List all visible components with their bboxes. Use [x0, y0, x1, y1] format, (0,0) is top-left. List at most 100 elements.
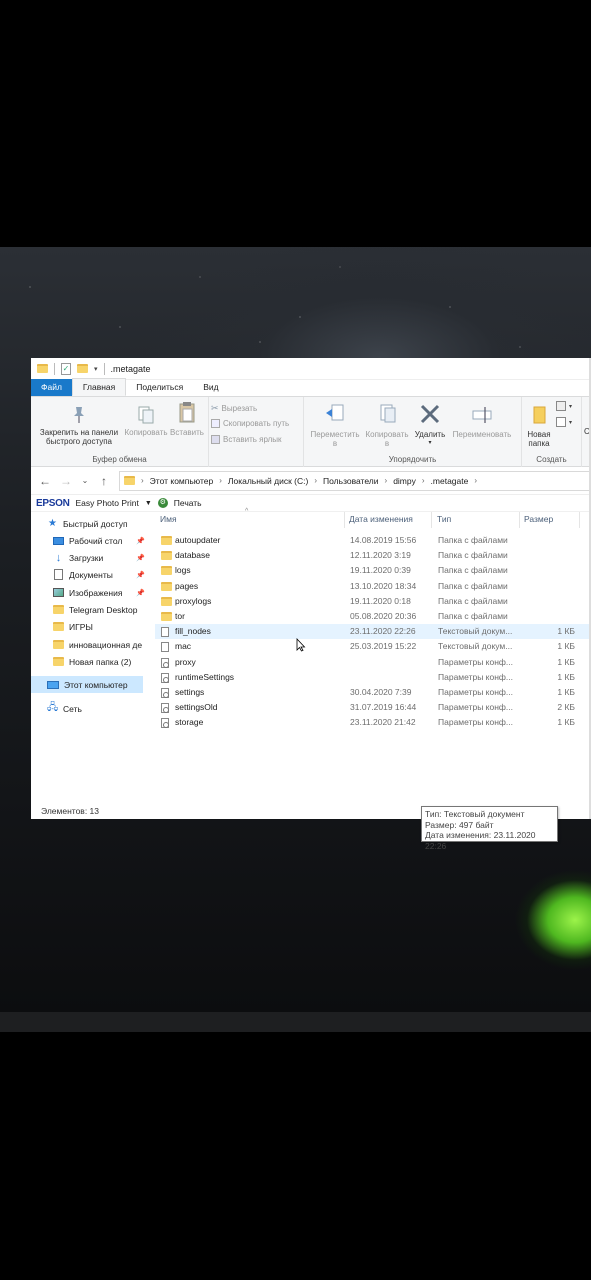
- document-icon: [54, 569, 63, 580]
- forward-arrow-icon[interactable]: →: [60, 474, 72, 488]
- computer-icon: [47, 680, 59, 689]
- pin-icon: 📌: [136, 571, 145, 579]
- sidebar-item-this-pc[interactable]: Этот компьютер: [31, 676, 143, 693]
- file-size: 1 КБ: [557, 641, 575, 652]
- column-header-date[interactable]: Дата изменения: [349, 514, 413, 528]
- sidebar-item-new-folder-2[interactable]: Новая папка (2): [31, 653, 149, 670]
- tab-home[interactable]: Главная: [71, 378, 127, 396]
- paste-shortcut-button[interactable]: Вставить ярлык: [211, 435, 282, 444]
- file-type: Параметры конф...: [438, 717, 513, 728]
- file-row-proxylogs[interactable]: proxylogs 19.11.2020 0:18 Папка с файлами: [155, 594, 591, 609]
- breadcrumb-local-disk[interactable]: Локальный диск (C:): [228, 476, 308, 486]
- move-to-button[interactable]: Переместить в: [308, 403, 362, 448]
- cut-button[interactable]: ✂ Вырезать: [211, 403, 257, 414]
- file-row-settings[interactable]: settings 30.04.2020 7:39 Параметры конф...…: [155, 685, 591, 700]
- download-icon: ↓: [55, 551, 62, 564]
- copy-path-button[interactable]: Скопировать путь: [211, 419, 289, 428]
- sidebar-item-label: Рабочий стол: [69, 535, 123, 546]
- file-row-fill-nodes[interactable]: fill_nodes 23.11.2020 22:26 Текстовый доку…: [155, 624, 591, 640]
- tab-file[interactable]: Файл: [31, 379, 72, 396]
- file-row-tor[interactable]: tor 05.08.2020 20:36 Папка с файлами: [155, 609, 591, 624]
- customize-toolbar-icon[interactable]: ▾: [94, 365, 98, 373]
- copy-to-button[interactable]: Копировать в: [362, 403, 412, 448]
- file-date: 19.11.2020 0:39: [350, 565, 411, 576]
- sidebar-item-quick-access[interactable]: ★ Быстрый доступ: [31, 515, 149, 532]
- file-name: tor: [175, 611, 185, 621]
- file-date: 23.11.2020 21:42: [350, 717, 416, 728]
- paste-button[interactable]: Вставить: [167, 401, 207, 437]
- breadcrumb-metagate[interactable]: .metagate: [431, 476, 469, 486]
- organize-group-label: Упорядочить: [388, 455, 437, 464]
- folder-icon: [53, 605, 64, 614]
- column-header-type[interactable]: Тип: [437, 514, 451, 528]
- sidebar-item-innovation[interactable]: инновационная де: [31, 636, 149, 653]
- file-name: settings: [175, 687, 205, 697]
- file-row-proxy[interactable]: proxy Параметры конф... 1 КБ: [155, 655, 591, 670]
- easy-access-button[interactable]: ▾: [556, 417, 572, 427]
- file-name: fill_nodes: [175, 626, 211, 637]
- delete-button[interactable]: Удалить ▾: [412, 403, 448, 448]
- sidebar-item-network[interactable]: 🖧 Сеть: [31, 700, 149, 717]
- copy-button[interactable]: Копировать: [121, 405, 171, 437]
- back-arrow-icon[interactable]: ←: [39, 474, 51, 488]
- tooltip-date: Дата изменения: 23.11.2020 22:26: [425, 830, 536, 851]
- sidebar-item-desktop[interactable]: Рабочий стол 📌: [31, 532, 149, 549]
- new-item-icon: [556, 401, 566, 411]
- sidebar-item-downloads[interactable]: ↓ Загрузки 📌: [31, 549, 149, 566]
- breadcrumb-dimpy[interactable]: dimpy: [393, 476, 416, 486]
- file-row-pages[interactable]: pages 13.10.2020 18:34 Папка с файлами: [155, 579, 591, 594]
- file-row-runtimesettings[interactable]: runtimeSettings Параметры конф... 1 КБ: [155, 670, 591, 685]
- file-row-database[interactable]: database 12.11.2020 3:19 Папка с файлами: [155, 548, 591, 563]
- copy-to-label-2: в: [384, 439, 390, 448]
- up-arrow-icon[interactable]: ↑: [98, 474, 110, 488]
- sidebar-item-label: Документы: [69, 569, 113, 580]
- breadcrumb-separator: ›: [314, 476, 318, 485]
- breadcrumb-this-pc[interactable]: Этот компьютер: [150, 476, 214, 486]
- tab-view[interactable]: Вид: [193, 379, 228, 396]
- address-bar[interactable]: › Этот компьютер › Локальный диск (C:) ›…: [119, 470, 591, 491]
- folder-icon: [37, 364, 48, 373]
- pin-quick-access-button[interactable]: Закрепить на панели быстрого доступа: [35, 405, 123, 446]
- column-header-name[interactable]: Имя: [160, 514, 177, 528]
- file-type: Папка с файлами: [438, 535, 508, 545]
- recent-locations-chevron-icon[interactable]: ⌄: [81, 476, 89, 485]
- sidebar-item-label: Загрузки: [69, 552, 104, 563]
- clipboard-small-group: ✂ Вырезать Скопировать путь Вставить ярлы…: [209, 397, 304, 467]
- file-type: Текстовый докум...: [438, 626, 513, 637]
- divider: [344, 512, 345, 528]
- window-title: .metagate: [110, 363, 151, 374]
- sidebar-item-label: ИГРЫ: [69, 621, 93, 632]
- print-button[interactable]: Печать: [174, 498, 202, 508]
- new-item-button[interactable]: ▾: [556, 401, 572, 411]
- file-row-settingsold[interactable]: settingsOld 31.07.2019 16:44 Параметры кон…: [155, 700, 591, 715]
- file-row-logs[interactable]: logs 19.11.2020 0:39 Папка с файлами: [155, 563, 591, 578]
- column-header-size[interactable]: Размер: [524, 514, 553, 528]
- breadcrumb-separator: ›: [219, 476, 222, 485]
- breadcrumb-separator: ›: [141, 476, 144, 485]
- new-folder-label-2: папка: [528, 439, 550, 448]
- new-folder-quick-icon[interactable]: [77, 364, 88, 373]
- chevron-down-icon[interactable]: ▼: [145, 500, 152, 507]
- sidebar-item-documents[interactable]: Документы 📌: [31, 566, 149, 583]
- file-size: 1 КБ: [557, 717, 575, 728]
- new-folder-button[interactable]: Новая папка: [524, 403, 554, 448]
- file-size: 1 КБ: [557, 687, 575, 697]
- copy-to-label: Копировать: [365, 430, 409, 439]
- properties-icon[interactable]: ✓: [61, 362, 71, 375]
- file-row-mac[interactable]: mac 25.03.2019 15:22 Текстовый докум... 1 К…: [155, 639, 591, 654]
- sidebar-item-games[interactable]: ИГРЫ: [31, 618, 149, 635]
- breadcrumb-users[interactable]: Пользователи: [323, 476, 378, 486]
- copy-path-label: Скопировать путь: [223, 419, 290, 428]
- file-date: 12.11.2020 3:19: [350, 550, 411, 561]
- file-row-autoupdater[interactable]: autoupdater 14.08.2019 15:56 Папка с файла…: [155, 533, 591, 548]
- pin-icon: 📌: [136, 537, 145, 545]
- file-date: 19.11.2020 0:18: [350, 595, 411, 606]
- sidebar-item-telegram-desktop[interactable]: Telegram Desktop: [31, 601, 149, 618]
- tab-share[interactable]: Поделиться: [126, 379, 193, 396]
- rename-button[interactable]: Переименовать: [446, 403, 518, 439]
- sidebar-item-pictures[interactable]: Изображения 📌: [31, 584, 149, 601]
- file-row-storage[interactable]: storage 23.11.2020 21:42 Параметры конф...…: [155, 715, 591, 730]
- pin-label-line2: быстрого доступа: [46, 437, 112, 446]
- move-to-icon: [326, 404, 344, 421]
- easy-photo-print-button[interactable]: Easy Photo Print: [76, 498, 139, 508]
